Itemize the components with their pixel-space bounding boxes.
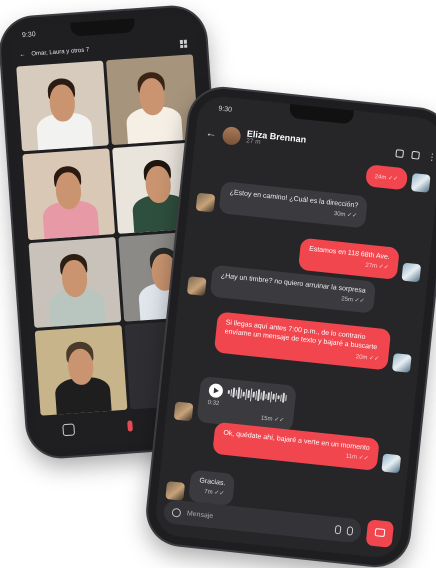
sender-avatar (381, 453, 402, 473)
video-tile[interactable] (28, 236, 122, 328)
message-placeholder: Mensaje (186, 509, 214, 520)
video-tile[interactable] (16, 60, 109, 152)
message-bubble[interactable]: 24m ✓✓ (364, 164, 409, 191)
chat-screen: 9:30 ← Eliza Brennan 27 m ⋮ 24m ✓✓ ¿Estoy… (153, 94, 436, 560)
back-arrow-icon[interactable]: ← (19, 52, 25, 58)
participant-video (32, 70, 94, 151)
emoji-icon[interactable] (171, 507, 182, 518)
participant-video (39, 158, 100, 239)
message-text: Gracias. (198, 477, 226, 488)
contact-info[interactable]: Eliza Brennan 27 m (246, 128, 307, 151)
mic-icon[interactable] (127, 419, 133, 432)
participant-video (122, 64, 184, 145)
phone-call-icon[interactable] (411, 150, 420, 160)
call-title: Omar, Laura y otros 7 (31, 47, 90, 58)
message-time: 7m ✓✓ (203, 489, 225, 498)
participant-video (45, 246, 106, 327)
message-bubble[interactable]: Si llegas aquí antes 7:00 p.m., de lo co… (213, 311, 392, 371)
sender-avatar (186, 275, 207, 296)
camera-button[interactable] (365, 519, 395, 548)
outgoing-message: Si llegas aquí antes 7:00 p.m., de lo co… (181, 308, 414, 373)
camera-notch (69, 18, 135, 37)
play-icon[interactable] (208, 382, 224, 399)
sender-avatar (391, 353, 412, 373)
contact-avatar[interactable] (221, 126, 242, 146)
sender-avatar (195, 192, 216, 212)
attach-icon[interactable] (334, 524, 342, 534)
header-actions: ⋮ (395, 149, 436, 163)
video-tile[interactable] (34, 324, 128, 416)
voice-note-icon[interactable] (346, 525, 354, 536)
message-list: 24m ✓✓ ¿Estoy en camino! ¿Cuál es la dire… (165, 151, 431, 515)
grid-view-icon[interactable] (179, 39, 189, 49)
chat-phone: 9:30 ← Eliza Brennan 27 m ⋮ 24m ✓✓ ¿Estoy… (144, 85, 436, 568)
message-bubble[interactable]: Estamos en 118 68th Ave. 27m ✓✓ (297, 237, 400, 280)
video-tile[interactable] (22, 148, 116, 240)
sender-avatar (410, 173, 431, 193)
sender-avatar (401, 262, 422, 282)
message-bubble[interactable]: ¿Estoy en camino! ¿Cuál es la dirección?… (218, 181, 369, 228)
back-arrow-icon[interactable]: ← (205, 127, 217, 140)
participant-video (51, 334, 112, 415)
camera-switch-icon[interactable] (61, 423, 75, 437)
camera-notch (288, 103, 354, 125)
video-call-icon[interactable] (395, 149, 405, 158)
video-tile[interactable] (105, 54, 199, 146)
more-options-icon[interactable]: ⋮ (427, 152, 436, 163)
status-time: 9:30 (21, 31, 36, 40)
message-time: 24m ✓✓ (374, 174, 399, 183)
status-time: 9:30 (217, 105, 233, 114)
